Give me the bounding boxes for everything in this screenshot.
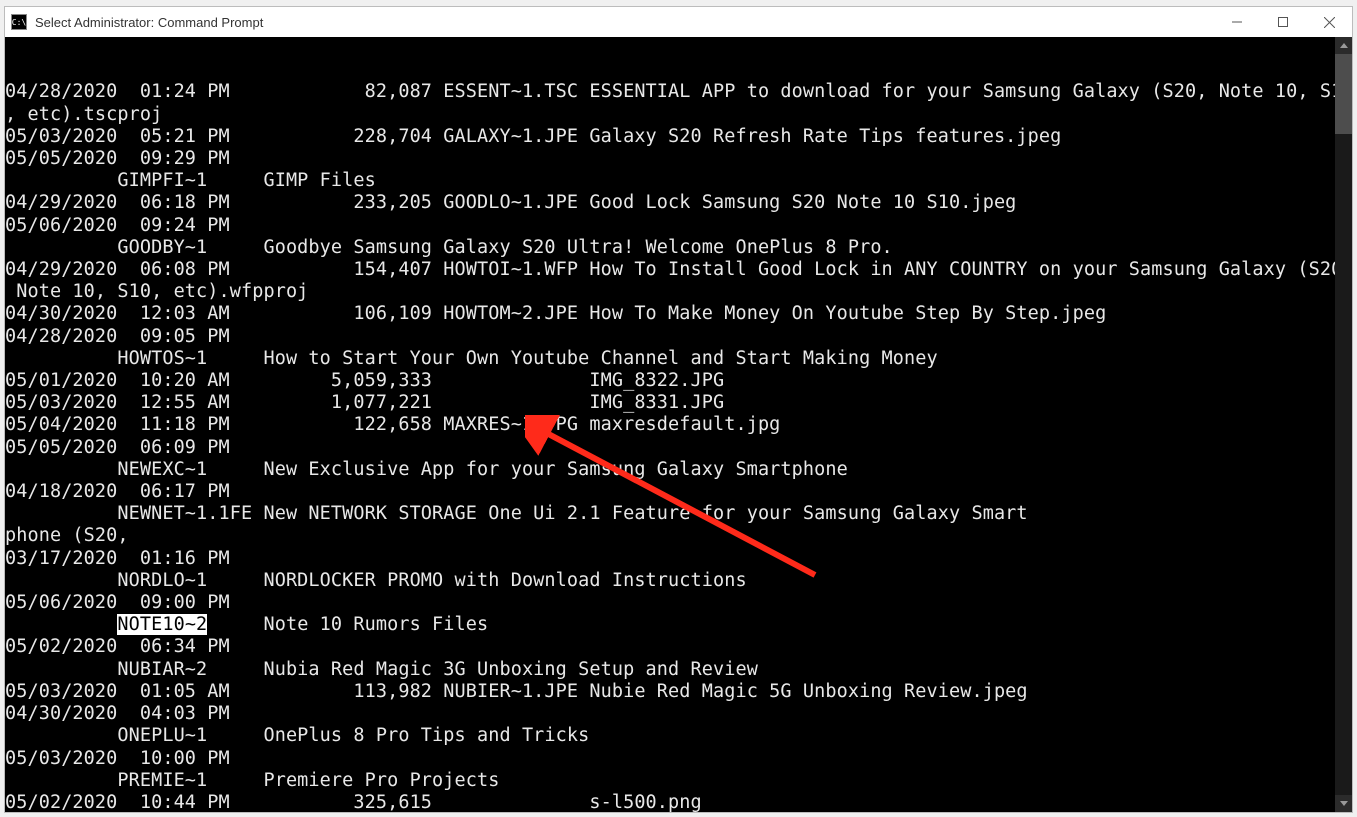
scroll-down-button[interactable] [1335,795,1352,812]
scroll-track[interactable] [1335,54,1352,795]
dir-entry: 03/17/2020 01:16 PM NORDLO~1 NORDLOCKER … [5,548,1350,592]
dir-entry: 04/28/2020 01:24 PM 82,087 ESSENT~1.TSC … [5,81,1350,103]
dir-entry: 05/06/2020 09:00 PM NOTE10~2 Note 10 Rum… [5,592,1350,636]
dir-entry: 05/06/2020 09:24 PM GOODBY~1 Goodbye Sam… [5,215,1350,259]
dir-entry: 04/29/2020 06:18 PM 233,205 GOODLO~1.JPE… [5,192,1350,214]
dir-entry: 04/30/2020 12:03 AM 106,109 HOWTOM~2.JPE… [5,303,1350,325]
scroll-thumb[interactable] [1335,54,1352,134]
command-prompt-window: C:\ Select Administrator: Command Prompt… [4,6,1353,813]
console-output[interactable]: 04/28/2020 01:24 PM 82,087 ESSENT~1.TSC … [5,37,1352,812]
titlebar[interactable]: C:\ Select Administrator: Command Prompt [5,7,1352,37]
dir-entry-wrap: phone (S20, [5,525,1350,547]
dir-entry: 05/03/2020 12:55 AM 1,077,221 IMG_8331.J… [5,392,1350,414]
dir-entry: 05/03/2020 10:00 PM PREMIE~1 Premiere Pr… [5,748,1350,792]
dir-entry-wrap: Note 10, S10, etc).wfpproj [5,281,1350,303]
maximize-button[interactable] [1260,7,1306,37]
dir-entry: 05/03/2020 05:21 PM 228,704 GALAXY~1.JPE… [5,126,1350,148]
dir-entry: 04/18/2020 06:17 PM NEWNET~1.1FE New NET… [5,481,1350,525]
cmd-icon: C:\ [11,14,27,30]
dir-entry: 05/03/2020 01:05 AM 113,982 NUBIER~1.JPE… [5,681,1350,703]
dir-entry: 04/30/2020 04:03 PM ONEPLU~1 OnePlus 8 P… [5,703,1350,747]
dir-entry: 05/02/2020 10:44 PM 325,615 s-l500.png [5,792,1350,812]
minimize-button[interactable] [1214,7,1260,37]
close-button[interactable] [1306,7,1352,37]
dir-entry: 05/02/2020 06:34 PM NUBIAR~2 Nubia Red M… [5,636,1350,680]
dir-entry: 05/05/2020 06:09 PM NEWEXC~1 New Exclusi… [5,437,1350,481]
dir-entry-wrap: , etc).tscproj [5,104,1350,126]
dir-entry: 04/28/2020 09:05 PM HOWTOS~1 How to Star… [5,326,1350,370]
scroll-up-button[interactable] [1335,37,1352,54]
window-title: Select Administrator: Command Prompt [35,15,263,30]
dir-entry: 05/04/2020 11:18 PM 122,658 MAXRES~1.JPG… [5,414,1350,436]
scrollbar[interactable] [1335,37,1352,812]
dir-entry: 04/29/2020 06:08 PM 154,407 HOWTOI~1.WFP… [5,259,1350,281]
dir-entry: 05/05/2020 09:29 PM GIMPFI~1 GIMP Files [5,148,1350,192]
dir-entry: 05/01/2020 10:20 AM 5,059,333 IMG_8322.J… [5,370,1350,392]
